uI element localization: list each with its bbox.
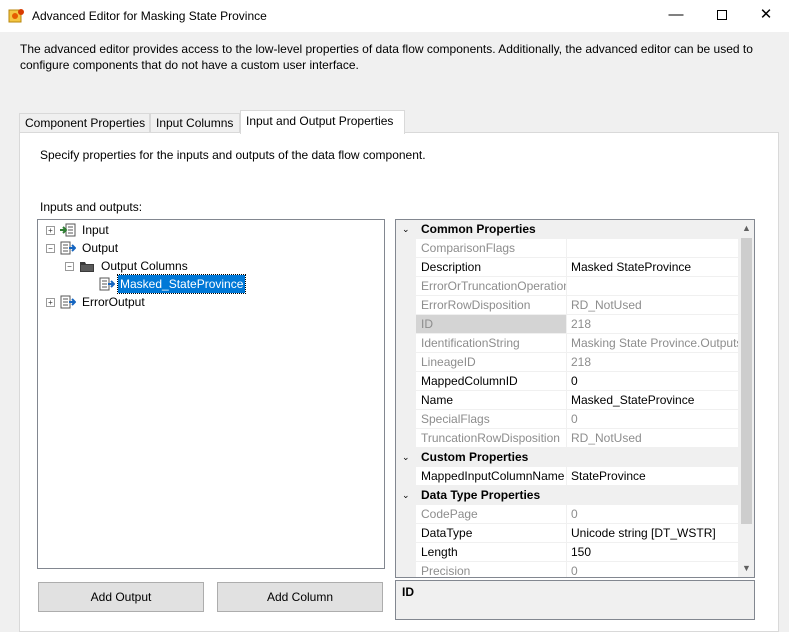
property-name: ErrorRowDisposition bbox=[416, 296, 567, 315]
tree-node-label: Output bbox=[82, 241, 119, 255]
property-value bbox=[567, 239, 738, 258]
property-description-title: ID bbox=[402, 585, 414, 599]
category-title: Custom Properties bbox=[421, 450, 529, 464]
category-title: Data Type Properties bbox=[421, 488, 541, 502]
close-button[interactable]: ✕ bbox=[743, 0, 789, 32]
window-title: Advanced Editor for Masking State Provin… bbox=[32, 9, 267, 23]
maximize-button[interactable] bbox=[699, 0, 745, 32]
property-name: ID bbox=[416, 315, 567, 334]
property-row[interactable]: TruncationRowDisposition RD_NotUsed bbox=[396, 429, 738, 448]
category-title: Common Properties bbox=[421, 222, 536, 236]
property-grid-scrollbar[interactable]: ▲ ▼ bbox=[738, 220, 754, 577]
property-name: TruncationRowDisposition bbox=[416, 429, 567, 448]
property-row[interactable]: ComparisonFlags bbox=[396, 239, 738, 258]
property-row-selected[interactable]: ID 218 bbox=[396, 315, 738, 334]
property-name: IdentificationString bbox=[416, 334, 567, 353]
property-value[interactable]: StateProvince bbox=[567, 467, 738, 486]
property-name: Description bbox=[416, 258, 567, 277]
property-value: Masking State Province.Outputs bbox=[567, 334, 738, 353]
property-value[interactable]: Masked StateProvince bbox=[567, 258, 738, 277]
property-name: Length bbox=[416, 543, 567, 562]
tree-node-label: ErrorOutput bbox=[82, 295, 145, 309]
property-row[interactable]: DataType Unicode string [DT_WSTR] bbox=[396, 524, 738, 543]
property-value: RD_NotUsed bbox=[567, 296, 738, 315]
property-row[interactable]: Length 150 bbox=[396, 543, 738, 562]
property-value: 0 bbox=[567, 562, 738, 577]
tree-node-label: Masked_StateProvince bbox=[116, 274, 247, 294]
property-name: ComparisonFlags bbox=[416, 239, 567, 258]
property-description-pane: ID bbox=[395, 580, 755, 620]
property-name: SpecialFlags bbox=[416, 410, 567, 429]
tab-input-columns[interactable]: Input Columns bbox=[150, 113, 240, 133]
inputs-outputs-tree[interactable]: + Input − Output − Output Columns Masked… bbox=[37, 219, 385, 569]
property-value[interactable]: Masked_StateProvince bbox=[567, 391, 738, 410]
scroll-down-icon[interactable]: ▼ bbox=[738, 560, 754, 577]
property-name: Precision bbox=[416, 562, 567, 577]
property-row[interactable]: ErrorRowDisposition RD_NotUsed bbox=[396, 296, 738, 315]
title-bar: Advanced Editor for Masking State Provin… bbox=[0, 0, 789, 32]
editor-description: The advanced editor provides access to t… bbox=[20, 42, 753, 72]
folder-icon bbox=[80, 262, 94, 272]
maximize-icon bbox=[717, 10, 727, 20]
property-name: CodePage bbox=[416, 505, 567, 524]
expand-icon[interactable]: + bbox=[46, 226, 55, 235]
property-value: RD_NotUsed bbox=[567, 429, 738, 448]
property-name: LineageID bbox=[416, 353, 567, 372]
collapse-chevron-icon[interactable]: ⌄ bbox=[402, 220, 410, 239]
category-data-type-properties[interactable]: ⌄ Data Type Properties bbox=[396, 486, 738, 505]
property-row[interactable]: MappedColumnID 0 bbox=[396, 372, 738, 391]
collapse-chevron-icon[interactable]: ⌄ bbox=[402, 448, 410, 467]
ssis-app-icon bbox=[8, 9, 24, 23]
property-row[interactable]: CodePage 0 bbox=[396, 505, 738, 524]
category-custom-properties[interactable]: ⌄ Custom Properties bbox=[396, 448, 738, 467]
collapse-icon[interactable]: − bbox=[65, 262, 74, 271]
property-row[interactable]: LineageID 218 bbox=[396, 353, 738, 372]
scrollbar-thumb[interactable] bbox=[741, 238, 752, 524]
property-grid[interactable]: ⌄ Common Properties ComparisonFlags Desc… bbox=[395, 219, 755, 578]
scroll-up-icon[interactable]: ▲ bbox=[738, 220, 754, 237]
property-value: 0 bbox=[567, 410, 738, 429]
output-icon bbox=[60, 241, 76, 255]
category-common-properties[interactable]: ⌄ Common Properties bbox=[396, 220, 738, 239]
collapse-chevron-icon[interactable]: ⌄ bbox=[402, 486, 410, 505]
property-name: ErrorOrTruncationOperation bbox=[416, 277, 567, 296]
output-icon bbox=[60, 295, 76, 309]
tab-input-output-properties[interactable]: Input and Output Properties bbox=[240, 110, 405, 134]
tab-component-properties[interactable]: Component Properties bbox=[19, 113, 150, 133]
property-row[interactable]: Description Masked StateProvince bbox=[396, 258, 738, 277]
property-name: MappedColumnID bbox=[416, 372, 567, 391]
property-value[interactable]: 0 bbox=[567, 372, 738, 391]
property-row[interactable]: MappedInputColumnName StateProvince bbox=[396, 467, 738, 486]
input-icon bbox=[60, 223, 76, 237]
add-column-button[interactable]: Add Column bbox=[217, 582, 383, 612]
property-row[interactable]: IdentificationString Masking State Provi… bbox=[396, 334, 738, 353]
property-name: Name bbox=[416, 391, 567, 410]
property-value[interactable]: 150 bbox=[567, 543, 738, 562]
tree-node-label: Input bbox=[82, 223, 109, 237]
property-value bbox=[567, 277, 738, 296]
property-row[interactable]: Precision 0 bbox=[396, 562, 738, 577]
panel-description: Specify properties for the inputs and ou… bbox=[40, 148, 426, 162]
inputs-outputs-label: Inputs and outputs: bbox=[40, 200, 143, 214]
tree-node-label: Output Columns bbox=[101, 259, 188, 273]
property-row[interactable]: Name Masked_StateProvince bbox=[396, 391, 738, 410]
property-name: DataType bbox=[416, 524, 567, 543]
expand-icon[interactable]: + bbox=[46, 298, 55, 307]
property-value: 0 bbox=[567, 505, 738, 524]
property-row[interactable]: ErrorOrTruncationOperation bbox=[396, 277, 738, 296]
column-icon bbox=[99, 277, 115, 291]
property-value: 218 bbox=[567, 315, 738, 334]
property-value: 218 bbox=[567, 353, 738, 372]
minimize-button[interactable]: — bbox=[653, 0, 699, 32]
property-row[interactable]: SpecialFlags 0 bbox=[396, 410, 738, 429]
collapse-icon[interactable]: − bbox=[46, 244, 55, 253]
property-name: MappedInputColumnName bbox=[416, 467, 567, 486]
add-output-button[interactable]: Add Output bbox=[38, 582, 204, 612]
property-value[interactable]: Unicode string [DT_WSTR] bbox=[567, 524, 738, 543]
